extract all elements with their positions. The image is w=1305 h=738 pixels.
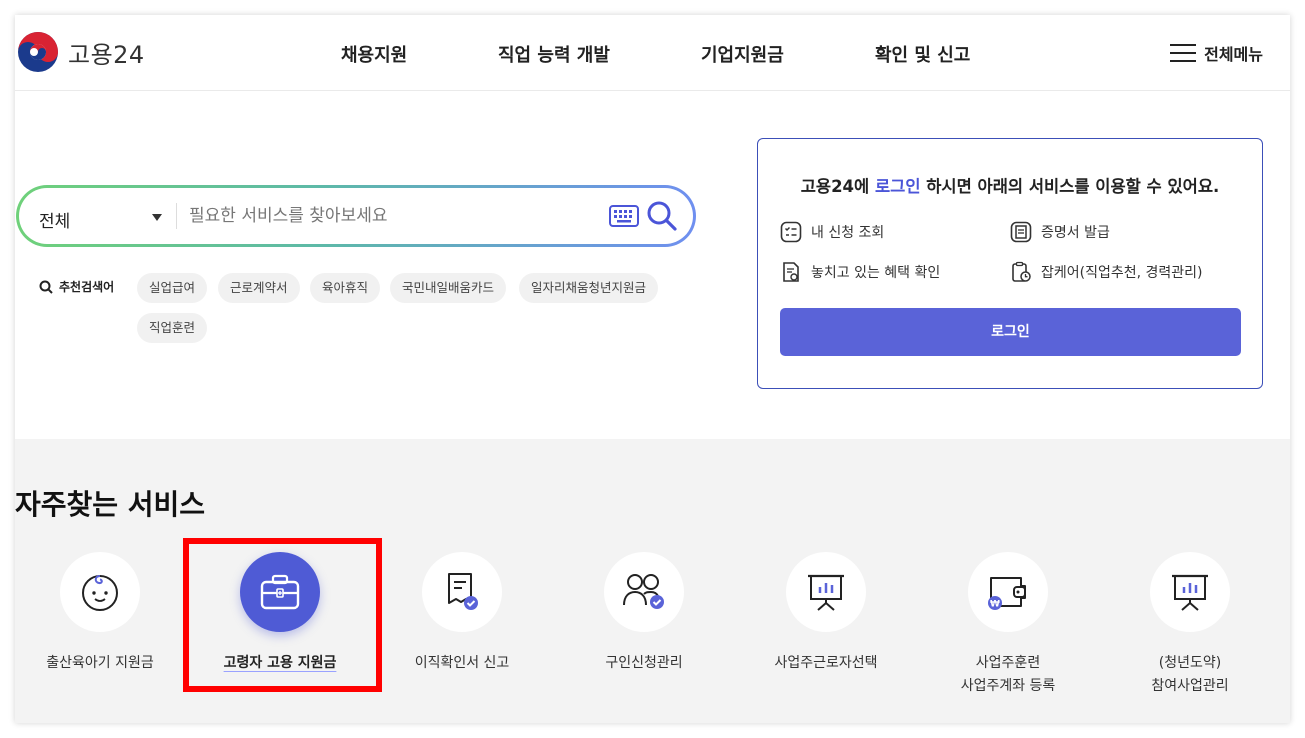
highlight-box (183, 538, 382, 692)
service-label: 출산육아기 지원금 (46, 655, 154, 671)
logo-text: 고용24 (68, 40, 145, 69)
service-job-offer-management[interactable]: 구인신청관리 (559, 552, 729, 675)
certificate-icon (1010, 221, 1032, 243)
service-certificate[interactable]: 증명서 발급 (1010, 221, 1110, 243)
keyword-chip[interactable]: 실업급여 (137, 273, 208, 303)
login-button[interactable]: 로그인 (780, 308, 1241, 356)
search-bar: 전체 (16, 185, 696, 247)
nav-recruit-support[interactable]: 채용지원 (341, 41, 407, 67)
frequent-services-section: 자주찾는 서비스 출산육아기 지원금 고령자 고용 지원금 이직확인서 신고 구… (15, 439, 1290, 723)
keyword-chip[interactable]: 육아휴직 (310, 273, 381, 303)
header: 고용24 채용지원 직업 능력 개발 기업지원금 확인 및 신고 전체메뉴 (15, 15, 1290, 91)
login-link[interactable]: 로그인 (875, 177, 921, 196)
service-jobcare[interactable]: 잡케어(직업추천, 경력관리) (1010, 261, 1203, 283)
service-icon-circle (786, 552, 866, 632)
checklist-icon (780, 221, 802, 243)
chart-board-icon (808, 574, 844, 611)
service-employer-training-account[interactable]: ₩ 사업주훈련 사업주계좌 등록 (923, 552, 1093, 698)
document-check-icon (448, 573, 478, 610)
caret-down-icon[interactable] (152, 214, 162, 221)
chart-board-icon (1172, 574, 1208, 611)
search-icon[interactable] (646, 200, 678, 232)
keyword-chip[interactable]: 국민내일배움카드 (390, 273, 507, 303)
divider (176, 203, 177, 229)
service-separation-report[interactable]: 이직확인서 신고 (377, 552, 547, 675)
nav-job-skills[interactable]: 직업 능력 개발 (498, 41, 610, 67)
service-icon-circle (604, 552, 684, 632)
nav-company-subsidy[interactable]: 기업지원금 (701, 41, 784, 67)
document-search-icon (783, 262, 799, 282)
wallet-won-icon: ₩ (988, 577, 1026, 610)
service-childbirth-subsidy[interactable]: 출산육아기 지원금 (15, 552, 185, 675)
login-message: 고용24에 로그인 하시면 아래의 서비스를 이용할 수 있어요. (800, 177, 1220, 196)
nav-confirm-report[interactable]: 확인 및 신고 (875, 41, 970, 67)
service-missed-benefits[interactable]: 놓치고 있는 혜택 확인 (780, 261, 940, 283)
recommended-label: 추천검색어 (39, 278, 114, 295)
service-icon-circle (422, 552, 502, 632)
page-frame: 고용24 채용지원 직업 능력 개발 기업지원금 확인 및 신고 전체메뉴 전체 (15, 15, 1290, 723)
service-label: (청년도약) 참여사업관리 (1151, 655, 1229, 694)
service-label: 이직확인서 신고 (414, 655, 510, 671)
keyword-chip[interactable]: 근로계약서 (218, 273, 300, 303)
login-card: 고용24에 로그인 하시면 아래의 서비스를 이용할 수 있어요. 내 신청 조… (757, 138, 1263, 389)
service-label: 구인신청관리 (605, 655, 683, 671)
service-icon-circle: ₩ (968, 552, 1048, 632)
taegeuk-logo-icon (18, 32, 58, 72)
baby-icon (82, 575, 118, 611)
all-menu-label: 전체메뉴 (1204, 45, 1263, 64)
svg-text:₩: ₩ (990, 600, 1000, 610)
search-small-icon (39, 280, 53, 294)
keyboard-icon[interactable] (609, 205, 639, 227)
service-icon-circle (1150, 552, 1230, 632)
service-my-applications[interactable]: 내 신청 조회 (780, 221, 884, 243)
section-title: 자주찾는 서비스 (15, 488, 206, 521)
clipboard-clock-icon (1012, 261, 1031, 282)
logo[interactable]: 고용24 (17, 31, 145, 73)
search-category-select[interactable]: 전체 (39, 207, 70, 232)
service-icon-circle (60, 552, 140, 632)
search-input[interactable] (189, 200, 599, 232)
service-employer-worker-selection[interactable]: 사업주근로자선택 (741, 552, 911, 675)
service-label: 사업주훈련 사업주계좌 등록 (960, 655, 1056, 694)
all-menu-button[interactable]: 전체메뉴 (1170, 41, 1263, 65)
people-check-icon (623, 574, 664, 609)
service-label: 사업주근로자선택 (774, 655, 878, 671)
keyword-chip[interactable]: 직업훈련 (137, 313, 208, 343)
hamburger-icon (1170, 44, 1197, 62)
service-youth-program-management[interactable]: (청년도약) 참여사업관리 (1105, 552, 1275, 698)
keyword-chip[interactable]: 일자리채움청년지원금 (519, 273, 659, 303)
